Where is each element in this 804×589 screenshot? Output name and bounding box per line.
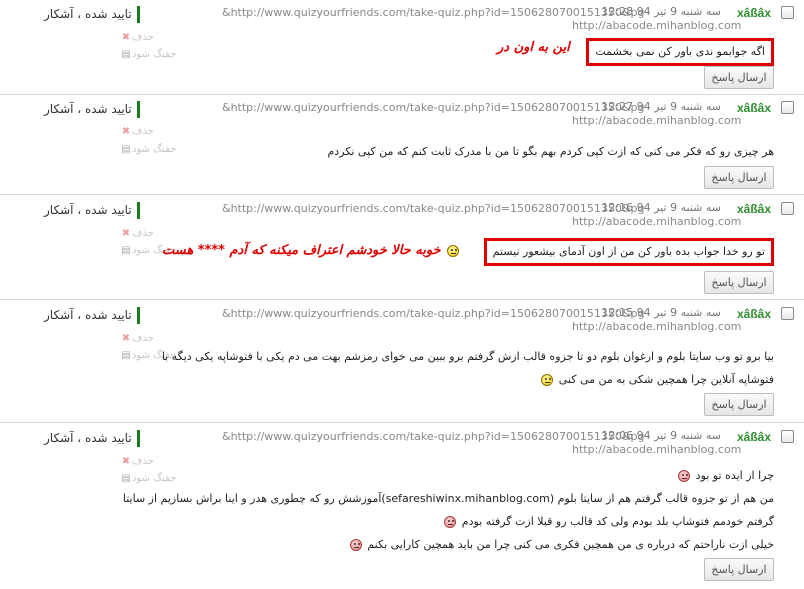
reply-button[interactable]: ارسال پاسخ <box>704 66 774 89</box>
annotation-note: خوبه حالا خودشم اعتراف میکنه که آدم ****… <box>162 243 461 258</box>
comment-text-line: اگه جوابمو ندی باور کن نمی بخشمت <box>586 38 774 66</box>
comment-author[interactable]: xâßâx <box>737 430 771 444</box>
delete-link[interactable]: ✖ حذف <box>118 32 154 43</box>
comment-text-line: فتوشاپه آنلاین چرا همچین شکی به من می کن… <box>162 368 774 391</box>
spam-icon: ▤ <box>121 49 131 60</box>
comment-referrer-url[interactable]: &http://www.quizyourfriends.com/take-qui… <box>222 202 644 215</box>
status-badge: تایید شده ، آشکار <box>40 101 140 118</box>
delete-icon: ✖ <box>121 32 131 43</box>
sad-smiley-icon <box>678 470 691 482</box>
comment-text-line: خیلی ازت ناراحتم که درباره ی من همچین فک… <box>123 533 774 556</box>
sad-smiley-icon <box>444 516 457 528</box>
comment-blog-url[interactable]: http://abacode.mihanblog.com <box>572 114 741 127</box>
delete-link[interactable]: ✖ حذف <box>118 333 154 344</box>
smiley-icon <box>541 374 554 386</box>
comment-body: چرا از ایده تو بود من هم از تو جزوه قالب… <box>123 464 774 556</box>
comment-row: xâßâx سه شنبه 9 تیر 94 12:28 &http://www… <box>0 0 804 95</box>
delete-icon: ✖ <box>121 126 131 137</box>
comment-row: xâßâx سه شنبه 9 تیر 94 12:15 &http://www… <box>0 301 804 423</box>
reply-button[interactable]: ارسال پاسخ <box>704 166 774 189</box>
comment-author[interactable]: xâßâx <box>737 307 771 321</box>
comment-text-line: من هم از تو جزوه قالب گرفتم هم از سایتا … <box>122 492 774 505</box>
confused-smiley-icon <box>447 244 460 257</box>
delete-link[interactable]: ✖ حذف <box>118 126 154 137</box>
comment-text-line: چرا از ایده تو بود <box>123 464 774 487</box>
spam-link[interactable]: ▤جفنگ شود <box>118 144 176 155</box>
comment-referrer-url[interactable]: &http://www.quizyourfriends.com/take-qui… <box>222 101 644 114</box>
comment-text-line: تو رو خدا جواب بده باور کن من از اون آدم… <box>483 238 774 266</box>
comment-text-line: هر چیزی رو که فکر می کنی که ازت کپی کردم… <box>327 145 774 158</box>
spam-icon: ▤ <box>121 245 131 256</box>
comment-body: هر چیزی رو که فکر می کنی که ازت کپی کردم… <box>327 140 774 163</box>
spam-link[interactable]: ▤جفنگ شود <box>118 49 176 60</box>
delete-icon: ✖ <box>121 333 131 344</box>
annotation-note: این به اون در <box>497 40 570 55</box>
status-badge: تایید شده ، آشکار <box>40 307 140 324</box>
comment-text-line: بیا برو تو وب سایتا بلوم و ارغوان بلوم د… <box>161 350 774 363</box>
status-badge: تایید شده ، آشکار <box>40 6 140 23</box>
sad-smiley-icon <box>349 539 362 551</box>
reply-button[interactable]: ارسال پاسخ <box>704 558 774 581</box>
comment-blog-url[interactable]: http://abacode.mihanblog.com <box>572 19 741 32</box>
delete-icon: ✖ <box>121 228 131 239</box>
comment-row: xâßâx سه شنبه 9 تیر 94 12:16 &http://www… <box>0 196 804 300</box>
comment-author[interactable]: xâßâx <box>737 6 771 20</box>
reply-button[interactable]: ارسال پاسخ <box>704 393 774 416</box>
select-checkbox[interactable] <box>781 6 794 19</box>
comment-referrer-url[interactable]: &http://www.quizyourfriends.com/take-qui… <box>222 430 644 443</box>
delete-link[interactable]: ✖ حذف <box>118 228 154 239</box>
select-checkbox[interactable] <box>781 430 794 443</box>
comment-body: بیا برو تو وب سایتا بلوم و ارغوان بلوم د… <box>162 345 774 391</box>
comment-author[interactable]: xâßâx <box>737 101 771 115</box>
comment-body: تو رو خدا جواب بده باور کن من از اون آدم… <box>483 238 774 266</box>
comment-body: اگه جوابمو ندی باور کن نمی بخشمت <box>586 38 774 66</box>
comment-blog-url[interactable]: http://abacode.mihanblog.com <box>572 215 741 228</box>
comment-blog-url[interactable]: http://abacode.mihanblog.com <box>572 320 741 333</box>
comment-referrer-url[interactable]: &http://www.quizyourfriends.com/take-qui… <box>222 6 644 19</box>
spam-icon: ▤ <box>121 350 131 361</box>
status-badge: تایید شده ، آشکار <box>40 430 140 447</box>
comment-author[interactable]: xâßâx <box>737 202 771 216</box>
comment-blog-url[interactable]: http://abacode.mihanblog.com <box>572 443 741 456</box>
spam-icon: ▤ <box>121 144 131 155</box>
comment-row: xâßâx سه شنبه 9 تیر 94 12:06 &http://www… <box>0 424 804 589</box>
status-badge: تایید شده ، آشکار <box>40 202 140 219</box>
select-checkbox[interactable] <box>781 202 794 215</box>
comment-row: xâßâx سه شنبه 9 تیر 94 12:27 &http://www… <box>0 95 804 195</box>
comment-text-line: گرفتم خودمم فتوشاپ بلد بودم ولی کد قالب … <box>123 510 774 533</box>
comment-referrer-url[interactable]: &http://www.quizyourfriends.com/take-qui… <box>222 307 644 320</box>
select-checkbox[interactable] <box>781 101 794 114</box>
reply-button[interactable]: ارسال پاسخ <box>704 271 774 294</box>
select-checkbox[interactable] <box>781 307 794 320</box>
